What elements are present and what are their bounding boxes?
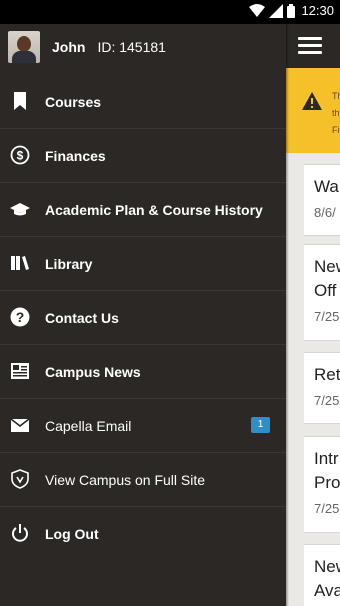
news-card[interactable]: Wa 8/6/	[304, 164, 340, 236]
main-content: Th th Fi Wa 8/6/ New Off 7/25 Ret 7/25 I…	[286, 24, 340, 606]
alert-line: th	[332, 108, 340, 118]
card-date: 7/25	[314, 309, 340, 324]
menu-item-academic-plan[interactable]: Academic Plan & Course History	[0, 183, 286, 237]
profile-name: John	[52, 39, 86, 55]
menu-item-campus-news[interactable]: Campus News	[0, 345, 286, 399]
menu-item-contact[interactable]: ? Contact Us	[0, 291, 286, 345]
card-title: New Off	[314, 257, 340, 300]
card-title: Ret	[314, 365, 340, 384]
card-title: Intr Pro	[314, 449, 340, 492]
menu-item-label: View Campus on Full Site	[45, 471, 206, 488]
navigation-drawer: John ID: 145181 Courses $ Finances Acade…	[0, 24, 286, 606]
wifi-icon	[249, 3, 266, 17]
alert-text: Th th Fi	[332, 88, 340, 139]
avatar	[8, 31, 40, 63]
svg-text:?: ?	[16, 309, 25, 325]
menu-item-full-site[interactable]: View Campus on Full Site	[0, 453, 286, 507]
card-date: 7/25	[314, 393, 340, 408]
unread-badge: 1	[251, 417, 270, 433]
status-icons: 12:30	[249, 3, 334, 18]
signal-icon	[269, 3, 284, 18]
power-icon	[12, 524, 28, 542]
status-time: 12:30	[301, 3, 334, 18]
svg-text:$: $	[17, 149, 24, 163]
alert-line: Th	[332, 91, 340, 101]
drawer-menu: Courses $ Finances Academic Plan & Cours…	[0, 75, 286, 560]
menu-item-label: Contact Us	[45, 309, 119, 326]
status-bar: 12:30	[0, 0, 340, 24]
alert-banner[interactable]: Th th Fi	[286, 68, 340, 153]
menu-item-library[interactable]: Library	[0, 237, 286, 291]
news-card[interactable]: Intr Pro 7/25	[304, 436, 340, 533]
card-date: 8/6/	[314, 205, 336, 220]
warning-icon	[302, 92, 322, 110]
dollar-icon: $	[10, 145, 30, 165]
app-bar	[286, 24, 340, 68]
shield-icon	[11, 469, 29, 489]
card-date: 7/25	[314, 501, 340, 516]
menu-item-log-out[interactable]: Log Out	[0, 507, 286, 560]
profile-header[interactable]: John ID: 145181	[0, 24, 286, 70]
help-icon: ?	[10, 307, 30, 327]
bookmark-icon	[14, 92, 26, 110]
alert-line: Fi	[332, 125, 340, 135]
menu-item-label: Capella Email	[45, 417, 132, 434]
menu-item-label: Academic Plan & Course History	[45, 201, 263, 218]
news-card[interactable]: New Off 7/25	[304, 244, 340, 341]
news-card[interactable]: New Ava	[304, 544, 340, 606]
menu-icon[interactable]	[298, 37, 322, 55]
menu-item-label: Library	[45, 255, 93, 272]
menu-item-label: Finances	[45, 147, 106, 164]
menu-item-courses[interactable]: Courses	[0, 75, 286, 129]
battery-icon	[287, 3, 296, 18]
profile-id: ID: 145181	[97, 39, 166, 55]
mail-icon	[10, 418, 30, 432]
card-title: Wa	[314, 177, 339, 196]
graduation-cap-icon	[10, 203, 30, 216]
menu-item-finances[interactable]: $ Finances	[0, 129, 286, 183]
card-title: New Ava	[314, 557, 340, 600]
menu-item-label: Courses	[45, 93, 102, 110]
menu-item-capella-email[interactable]: Capella Email 1	[0, 399, 286, 453]
news-icon	[11, 363, 29, 379]
news-card[interactable]: Ret 7/25	[304, 352, 340, 424]
library-icon	[11, 256, 29, 270]
menu-item-label: Log Out	[45, 525, 99, 542]
menu-item-label: Campus News	[45, 363, 141, 380]
drawer-shadow	[286, 24, 289, 606]
